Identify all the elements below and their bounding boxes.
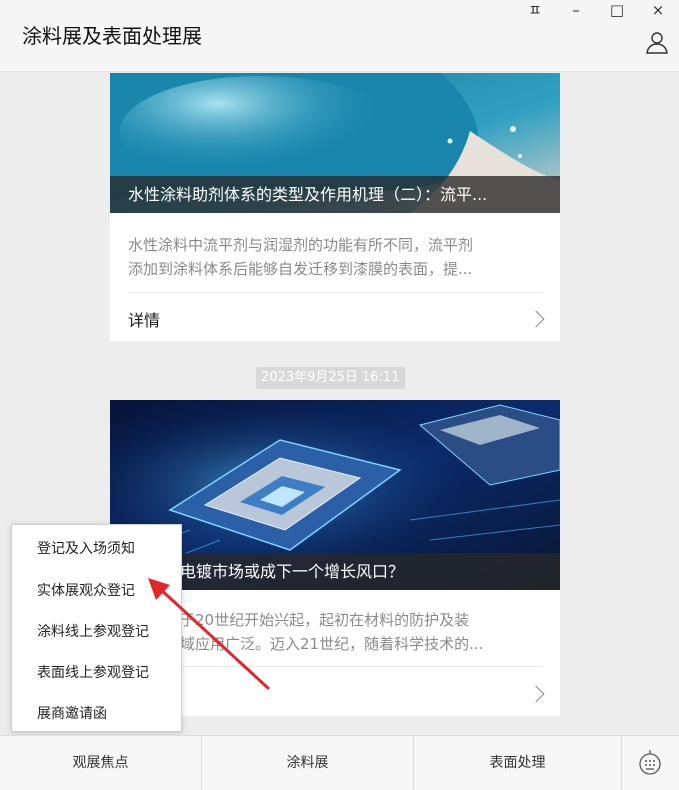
submenu-popup: 登记及入场须知 实体展观众登记 涂料线上参观登记 表面线上参观登记 展商邀请函 xyxy=(11,524,182,732)
divider xyxy=(128,666,542,667)
title-bar: 涂料展及表面处理展 ㅍ – □ × xyxy=(0,0,679,72)
menu-item-exhibitor-invitation[interactable]: 展商邀请函 xyxy=(12,695,181,733)
chevron-right-icon xyxy=(527,685,545,703)
close-button[interactable]: × xyxy=(643,0,673,22)
divider xyxy=(128,292,542,293)
article-summary: 于20世纪开始兴起，起初在材料的防护及装 域应用广泛。迈入21世纪，随着科学技术… xyxy=(128,608,542,656)
minimize-button[interactable]: – xyxy=(561,0,591,22)
summary-line: 水性涂料中流平剂与润湿剂的功能有所不同，流平剂 xyxy=(128,236,474,254)
menu-item-visitor-registration[interactable]: 实体展观众登记 xyxy=(12,572,181,610)
article-summary: 水性涂料中流平剂与润湿剂的功能有所不同，流平剂 添加到涂料体系后能够自发迁移到漆… xyxy=(128,233,542,281)
summary-line: 添加到涂料体系后能够自发迁移到漆膜的表面，提... xyxy=(128,260,473,278)
menu-item-coatings-online-registration[interactable]: 涂料线上参观登记 xyxy=(12,613,181,651)
message-timestamp: 2023年9月25日 16:11 xyxy=(256,367,405,389)
user-icon[interactable] xyxy=(645,30,669,54)
window-title: 涂料展及表面处理展 xyxy=(22,24,202,48)
article-title: 水性涂料助剂体系的类型及作用机理（二）：流平... xyxy=(110,176,560,213)
keyboard-icon[interactable] xyxy=(622,736,679,790)
menu-item-surface-online-registration[interactable]: 表面线上参观登记 xyxy=(12,654,181,692)
pin-icon[interactable]: ㅍ xyxy=(520,0,550,22)
detail-link[interactable]: 详情 xyxy=(128,307,160,331)
menu-item-registration-notice[interactable]: 登记及入场须知 xyxy=(12,530,181,568)
maximize-button[interactable]: □ xyxy=(602,0,632,22)
summary-line: 于20世纪开始兴起，起初在材料的防护及装 xyxy=(180,611,470,629)
menu-tab-surface-treatment[interactable]: 表面处理 xyxy=(414,736,622,790)
menu-tab-highlights[interactable]: 观展焦点 xyxy=(0,736,202,790)
summary-line: 域应用广泛。迈入21世纪，随着科学技术的... xyxy=(180,635,484,653)
article-card[interactable]: 水性涂料助剂体系的类型及作用机理（二）：流平... 水性涂料中流平剂与润湿剂的功… xyxy=(110,73,560,341)
bottom-menu-bar: 观展焦点 涂料展 表面处理 xyxy=(0,735,679,790)
menu-tab-coatings-expo[interactable]: 涂料展 xyxy=(202,736,414,790)
chevron-right-icon xyxy=(527,310,545,328)
